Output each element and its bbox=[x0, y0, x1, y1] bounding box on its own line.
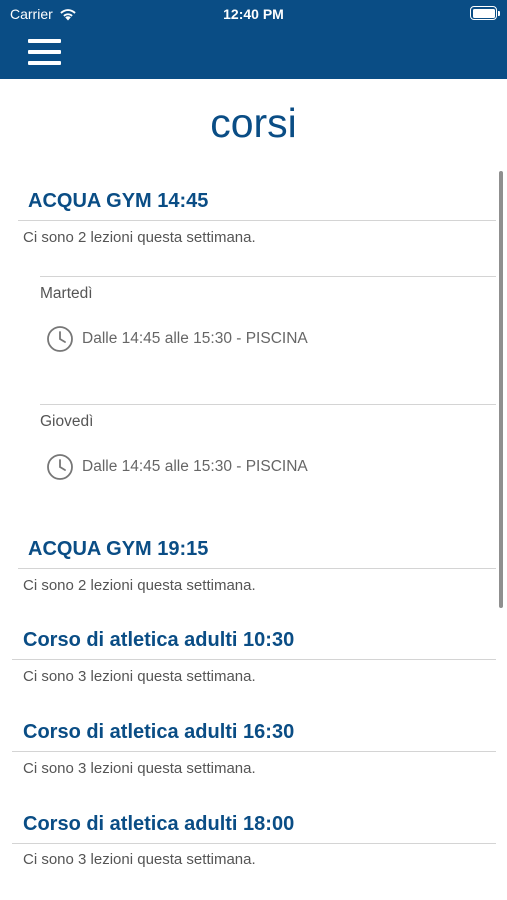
lesson-row: Dalle 14:45 alle 15:30 - PISCINA bbox=[46, 453, 308, 481]
lesson-day: Giovedì bbox=[40, 413, 94, 430]
clock-icon bbox=[47, 326, 73, 352]
lesson-divider bbox=[40, 404, 496, 405]
lesson-row: Dalle 14:45 alle 15:30 - PISCINA bbox=[46, 325, 308, 353]
course-summary: Ci sono 2 lezioni questa settimana. bbox=[23, 577, 256, 594]
course-divider bbox=[18, 568, 496, 569]
course-divider bbox=[12, 659, 496, 660]
lesson-divider bbox=[40, 276, 496, 277]
course-summary: Ci sono 3 lezioni questa settimana. bbox=[23, 760, 256, 777]
course-title[interactable]: Corso di atletica adulti 10:30 bbox=[23, 629, 294, 652]
course-title[interactable]: ACQUA GYM 14:45 bbox=[28, 190, 208, 213]
scroll-indicator[interactable] bbox=[499, 171, 503, 608]
lesson-time: Dalle 14:45 alle 15:30 - PISCINA bbox=[82, 458, 308, 475]
course-divider bbox=[18, 220, 496, 221]
course-title[interactable]: Corso di atletica adulti 18:00 bbox=[23, 813, 294, 836]
clock-icon bbox=[47, 454, 73, 480]
course-list[interactable]: ACQUA GYM 14:45 Ci sono 2 lezioni questa… bbox=[0, 0, 507, 900]
course-summary: Ci sono 2 lezioni questa settimana. bbox=[23, 229, 256, 246]
course-divider bbox=[12, 751, 496, 752]
course-summary: Ci sono 3 lezioni questa settimana. bbox=[23, 668, 256, 685]
course-divider bbox=[12, 843, 496, 844]
lesson-day: Martedì bbox=[40, 285, 93, 302]
lesson-time: Dalle 14:45 alle 15:30 - PISCINA bbox=[82, 330, 308, 347]
course-title[interactable]: Corso di atletica adulti 16:30 bbox=[23, 721, 294, 744]
course-title[interactable]: ACQUA GYM 19:15 bbox=[28, 538, 208, 561]
course-summary: Ci sono 3 lezioni questa settimana. bbox=[23, 851, 256, 868]
